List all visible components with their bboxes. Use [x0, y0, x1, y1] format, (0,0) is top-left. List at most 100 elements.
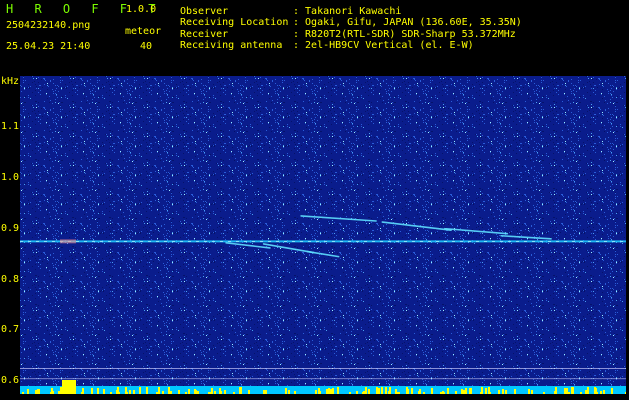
app-version: 1.0.0 [126, 4, 157, 15]
detection-bar [91, 388, 93, 394]
detection-bar [328, 388, 330, 394]
carrier-hotspot [60, 239, 76, 244]
detection-bar [571, 387, 573, 394]
detection-bar [461, 389, 463, 394]
detection-bar [126, 392, 128, 394]
detection-bar [211, 388, 213, 394]
detection-bar [580, 392, 582, 394]
detection-bar [214, 391, 216, 394]
info-receiver-value: : R820T2(RTL-SDR) SDR-Sharp 53.372MHz [293, 29, 516, 40]
detection-bar [319, 391, 321, 394]
detection-bar [326, 389, 328, 394]
detection-bar [188, 389, 190, 394]
detection-bar [531, 390, 533, 394]
detection-bar [502, 389, 504, 394]
detection-bar [498, 390, 500, 394]
detection-bar [440, 392, 442, 394]
detection-bar [22, 392, 24, 394]
y-tick-label: 0.7 [1, 324, 20, 336]
detection-bar [368, 389, 370, 394]
detection-bar [365, 387, 367, 394]
detection-bar [442, 391, 444, 394]
detection-bar [488, 387, 490, 394]
detection-bar [406, 387, 408, 394]
detection-bar [423, 392, 425, 394]
detection-bar [197, 391, 199, 394]
detection-bar [419, 389, 421, 394]
detection-bar [220, 391, 222, 394]
detection-bar [356, 391, 358, 394]
detection-bar [27, 389, 29, 394]
filename: 2504232140.png [6, 20, 91, 31]
detection-bar [505, 390, 507, 394]
detection-bar [97, 388, 99, 394]
detection-bar [337, 387, 339, 394]
detection-bar [381, 387, 383, 394]
detection-bar [110, 392, 112, 394]
info-antenna-value: : 2el-HB9CV Vertical (el. E-W) [293, 40, 474, 51]
detection-bar [239, 387, 241, 394]
detection-bar [528, 389, 530, 394]
detection-bar [263, 390, 265, 394]
detection-bar [378, 388, 380, 394]
detection-bar [81, 392, 83, 394]
detection-bar [315, 390, 317, 394]
detection-bar [564, 388, 566, 394]
y-tick-label: 0.8 [1, 273, 20, 285]
detection-bar [332, 388, 334, 394]
detection-bar [463, 390, 465, 394]
y-tick-label: 0.6 [1, 375, 20, 387]
detection-bar [168, 387, 170, 394]
spectrogram [20, 76, 626, 394]
detection-bar [146, 387, 148, 394]
detection-bar [585, 390, 587, 394]
detection-bar [248, 390, 250, 394]
info-receiver-label: Receiver [180, 29, 229, 40]
detection-bar [587, 387, 589, 394]
detection-bar [178, 390, 180, 394]
detection-bar [596, 392, 598, 394]
detection-bar [455, 391, 457, 394]
info-observer-value: : Takanori Kawachi [293, 6, 402, 17]
detection-bar [376, 387, 378, 394]
detection-bar [129, 390, 131, 394]
detection-bar [233, 392, 235, 394]
detection-bar [139, 387, 141, 394]
detection-bar [285, 388, 287, 394]
detection-bar [208, 392, 210, 394]
detection-bar [265, 390, 267, 394]
detection-bar [600, 391, 602, 394]
detection-bar [611, 388, 613, 394]
detection-bar [465, 388, 467, 394]
detection-bar [447, 388, 449, 394]
detection-bar [58, 391, 60, 394]
detection-bar [50, 392, 52, 394]
detection-bar [625, 392, 626, 394]
detection-bar [103, 389, 105, 394]
detection-bar [52, 391, 54, 394]
detection-bar [117, 387, 119, 394]
y-axis-unit: kHz [1, 76, 20, 87]
y-tick-label: 1.1 [1, 120, 20, 132]
detection-bar [288, 390, 290, 394]
detection-bar [224, 390, 226, 394]
detection-bar [170, 391, 172, 394]
detection-bar [349, 392, 351, 394]
detection-bar [389, 387, 391, 394]
detection-bar [185, 392, 187, 394]
detection-bar [294, 391, 296, 394]
detection-bar [431, 388, 433, 394]
y-tick-label: 1.0 [1, 171, 20, 183]
detection-bar [411, 388, 413, 394]
detection-bar [162, 391, 164, 394]
y-tick-label: 0.9 [1, 222, 20, 234]
detection-bar [480, 392, 482, 394]
detection-bar [469, 388, 471, 394]
detection-bar [603, 390, 605, 394]
meteor-label: meteor [125, 26, 162, 37]
detection-bar [156, 392, 158, 394]
datetime: 25.04.23 21:40 [6, 41, 91, 52]
spectrogram-noise [20, 76, 626, 394]
info-location-label: Receiving Location [180, 17, 289, 28]
info-location-value: : Ogaki, Gifu, JAPAN (136.60E, 35.35N) [293, 17, 522, 28]
